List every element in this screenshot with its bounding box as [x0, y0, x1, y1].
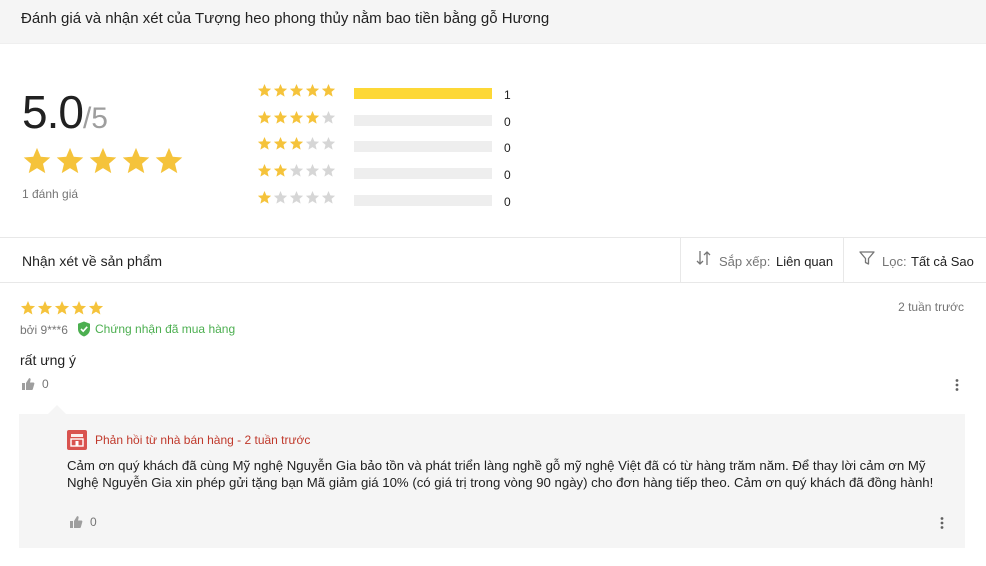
- star-empty-icon: [305, 190, 320, 204]
- rating-count: 0: [504, 141, 511, 156]
- review-like-button[interactable]: 0: [21, 377, 49, 391]
- star-icon: [257, 190, 272, 204]
- page-title: Đánh giá và nhận xét của Tượng heo phong…: [21, 10, 550, 27]
- rating-bar-fill: [354, 88, 492, 99]
- star-icon: [257, 110, 272, 124]
- review-like-count: 0: [42, 377, 49, 391]
- rating-row-stars: [257, 163, 336, 178]
- sort-value: Liên quan: [776, 254, 834, 269]
- rating-row-5[interactable]: 1: [257, 82, 557, 109]
- review-author: bởi 9***6: [20, 323, 68, 337]
- star-icon: [257, 164, 272, 177]
- verified-badge: Chứng nhận đã mua hàng: [77, 321, 235, 337]
- star-icon: [122, 147, 150, 174]
- filter-label: Lọc:: [882, 254, 907, 269]
- star-icon: [321, 83, 336, 97]
- rating-row-stars: [257, 190, 336, 205]
- star-icon: [289, 110, 304, 124]
- star-icon: [89, 147, 117, 174]
- reply-like-count: 0: [90, 515, 97, 529]
- star-empty-icon: [321, 137, 336, 150]
- score-value: 5.0: [22, 86, 84, 138]
- star-icon: [20, 301, 36, 315]
- rating-bar: [354, 114, 492, 126]
- star-icon: [23, 147, 51, 174]
- rating-count: 1: [504, 88, 511, 102]
- star-icon: [305, 83, 320, 97]
- average-stars: [22, 146, 184, 176]
- rating-count: 0: [504, 114, 511, 129]
- review-text: rất ưng ý: [20, 352, 77, 368]
- rating-row-stars: [257, 110, 336, 125]
- rating-bar: [354, 168, 492, 180]
- more-icon[interactable]: [939, 516, 945, 530]
- thumbs-up-icon: [70, 516, 83, 528]
- score-max: /5: [82, 102, 108, 135]
- seller-reply: Phản hồi từ nhà bán hàng - 2 tuần trước …: [19, 414, 965, 548]
- review-header: Đánh giá và nhận xét của Tượng heo phong…: [0, 0, 986, 44]
- star-icon: [56, 147, 84, 174]
- star-icon: [71, 301, 87, 315]
- star-icon: [88, 301, 104, 315]
- star-icon: [257, 83, 272, 97]
- filter-dropdown[interactable]: Lọc: Tất cả Sao: [843, 238, 986, 283]
- rating-row-stars: [257, 136, 336, 151]
- reply-pointer: [48, 405, 66, 414]
- star-icon: [257, 137, 272, 150]
- star-icon: [54, 301, 70, 315]
- star-icon: [273, 164, 288, 177]
- sort-dropdown[interactable]: Sắp xếp: Liên quan: [680, 238, 844, 283]
- rating-row-2[interactable]: 0: [257, 162, 557, 189]
- reply-title: Phản hồi từ nhà bán hàng - 2 tuần trước: [95, 433, 311, 447]
- rating-row-1[interactable]: 0: [257, 189, 557, 216]
- rating-row-3[interactable]: 0: [257, 135, 557, 162]
- star-empty-icon: [289, 164, 304, 177]
- star-empty-icon: [321, 110, 336, 124]
- rating-bar: [354, 88, 492, 99]
- star-empty-icon: [321, 190, 336, 204]
- star-icon: [273, 83, 288, 97]
- filter-value: Tất cả Sao: [911, 254, 974, 269]
- rating-bar: [354, 194, 492, 206]
- verified-check-icon: [78, 321, 90, 337]
- star-empty-icon: [305, 164, 320, 177]
- rating-count: 0: [504, 168, 511, 183]
- review-count: 1 đánh giá: [22, 187, 79, 201]
- review-page: Đánh giá và nhận xét của Tượng heo phong…: [0, 0, 986, 566]
- sort-label: Sắp xếp:: [719, 254, 771, 269]
- star-icon: [273, 110, 288, 124]
- star-empty-icon: [305, 137, 320, 150]
- filter-icon: [859, 251, 875, 265]
- review-toolbar: Nhận xét về sản phẩm Sắp xếp: Liên quan …: [0, 237, 986, 283]
- review-date: 2 tuần trước: [898, 300, 964, 314]
- review-stars: [20, 300, 104, 316]
- shop-icon: [67, 430, 87, 450]
- rating-row-stars: [257, 83, 336, 98]
- star-icon: [289, 83, 304, 97]
- star-empty-icon: [289, 190, 304, 204]
- reply-header: Phản hồi từ nhà bán hàng - 2 tuần trước: [67, 430, 310, 450]
- verified-text: Chứng nhận đã mua hàng: [95, 322, 236, 336]
- star-empty-icon: [321, 164, 336, 177]
- reply-like-button[interactable]: 0: [69, 515, 97, 529]
- star-icon: [273, 137, 288, 150]
- star-empty-icon: [273, 190, 288, 204]
- more-icon[interactable]: [954, 378, 960, 392]
- rating-bar: [354, 141, 492, 153]
- rating-count: 0: [504, 194, 511, 209]
- thumbs-up-icon: [22, 378, 35, 390]
- sort-icon: [696, 251, 711, 265]
- rating-breakdown: 1 0 0 0 0: [257, 82, 557, 215]
- star-icon: [155, 147, 183, 174]
- star-icon: [37, 301, 53, 315]
- section-label: Nhận xét về sản phẩm: [22, 253, 163, 269]
- star-icon: [289, 137, 304, 150]
- star-icon: [305, 110, 320, 124]
- reply-text: Cảm ơn quý khách đã cùng Mỹ nghệ Nguyễn …: [67, 458, 934, 490]
- rating-row-4[interactable]: 0: [257, 109, 557, 136]
- average-score: 5.0/5: [22, 85, 108, 139]
